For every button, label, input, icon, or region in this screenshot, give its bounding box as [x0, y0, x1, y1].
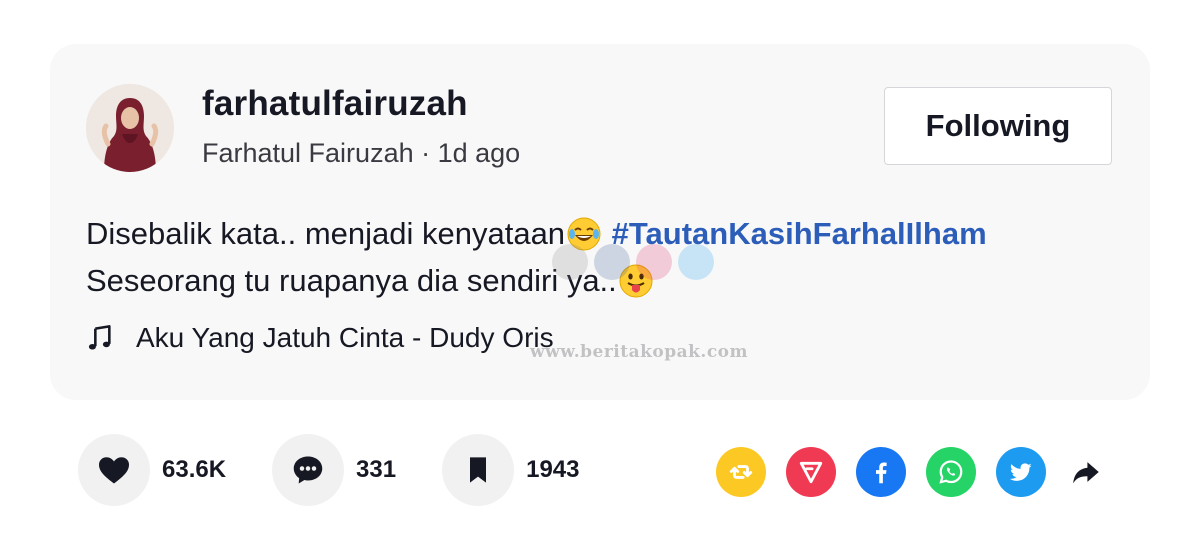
- save-action[interactable]: 1943: [442, 434, 579, 506]
- share-bar: [716, 446, 1106, 498]
- twitter-button[interactable]: [996, 447, 1046, 497]
- like-button[interactable]: [78, 434, 150, 506]
- whatsapp-icon: [939, 460, 963, 484]
- comment-icon: [293, 456, 323, 484]
- save-button[interactable]: [442, 434, 515, 506]
- comment-count: 331: [356, 456, 397, 483]
- send-button[interactable]: [786, 447, 836, 497]
- avatar[interactable]: [86, 84, 174, 172]
- like-count: 63.6K: [162, 456, 227, 483]
- following-button[interactable]: Following: [884, 87, 1112, 165]
- whatsapp-button[interactable]: [926, 447, 976, 497]
- twitter-icon: [1009, 463, 1032, 481]
- save-count: 1943: [526, 456, 580, 483]
- author-subline: Farhatul Fairuzah · 1d ago: [202, 138, 520, 169]
- music-row[interactable]: Aku Yang Jatuh Cinta - Dudy Oris: [86, 322, 554, 354]
- subline-separator: ·: [413, 138, 438, 168]
- display-name[interactable]: Farhatul Fairuzah: [202, 138, 414, 168]
- post-card: farhatulfairuzah Farhatul Fairuzah · 1d …: [50, 44, 1150, 400]
- repost-icon: [729, 465, 753, 479]
- bookmark-icon: [470, 457, 487, 483]
- watermark-logo: [552, 244, 714, 280]
- music-title: Aku Yang Jatuh Cinta - Dudy Oris: [136, 322, 554, 353]
- watermark-text: www.beritakopak.com: [530, 342, 748, 362]
- username[interactable]: farhatulfairuzah: [202, 84, 468, 124]
- heart-icon: [99, 457, 129, 484]
- repost-button[interactable]: [716, 447, 766, 497]
- facebook-button[interactable]: [856, 447, 906, 497]
- send-icon: [799, 461, 823, 484]
- share-arrow-icon: [1073, 462, 1099, 484]
- comment-action[interactable]: 331: [272, 434, 396, 506]
- facebook-icon: [876, 462, 887, 484]
- like-action[interactable]: 63.6K: [78, 434, 226, 506]
- comment-button[interactable]: [272, 434, 345, 506]
- action-bar: 63.6K 331 1943: [78, 434, 579, 506]
- caption-text-1: Disebalik kata.. menjadi kenyataan: [86, 216, 566, 251]
- post-time: 1d ago: [437, 138, 521, 168]
- music-note-icon: [88, 325, 111, 350]
- avatar-image: [86, 84, 174, 172]
- caption-text-2: Seseorang tu ruapanya dia sendiri ya..: [86, 263, 617, 298]
- more-share-button[interactable]: [1066, 452, 1106, 492]
